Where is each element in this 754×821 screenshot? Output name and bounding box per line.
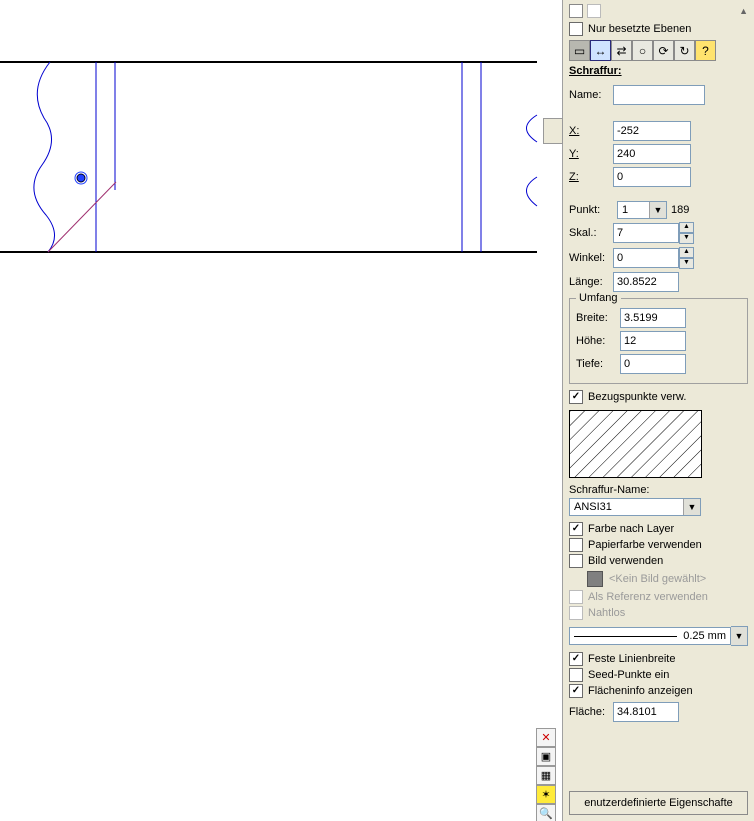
input-hoehe[interactable] bbox=[620, 331, 686, 351]
checkbox-occupied-layers[interactable] bbox=[569, 22, 583, 36]
canvas-vertical-toolbar: ✕ ▣ ▦ ✶ 🔍 bbox=[536, 728, 556, 821]
label-x: X: bbox=[569, 125, 613, 137]
label-flaeche: Fläche: bbox=[569, 706, 613, 718]
input-breite[interactable] bbox=[620, 308, 686, 328]
mini-icon bbox=[569, 4, 583, 18]
tooltype-help-icon[interactable]: ? bbox=[695, 40, 716, 61]
entity-type-toolbar: ▭ ↔ ⇄ ○ ⟳ ↻ ? bbox=[569, 40, 748, 61]
tool-delete-icon[interactable]: ▣ bbox=[536, 747, 556, 766]
dropdown-punkt[interactable]: 1 ▼ bbox=[617, 201, 667, 219]
label-breite: Breite: bbox=[576, 312, 620, 324]
label-papierfarbe: Papierfarbe verwenden bbox=[588, 539, 702, 551]
section-heading-schraffur: Schraffur: bbox=[569, 65, 748, 77]
panel-collapse-tab[interactable] bbox=[543, 118, 563, 144]
input-y[interactable] bbox=[613, 144, 691, 164]
input-name[interactable] bbox=[613, 85, 705, 105]
spin-up-icon[interactable]: ▲ bbox=[679, 247, 694, 258]
label-farbe-layer: Farbe nach Layer bbox=[588, 523, 674, 535]
tooltype-4-icon[interactable]: ○ bbox=[632, 40, 653, 61]
mini-icon-2 bbox=[587, 4, 601, 18]
checkbox-bezugspunkte[interactable] bbox=[569, 390, 583, 404]
label-punkt-count: 189 bbox=[671, 204, 689, 216]
input-skal[interactable] bbox=[613, 223, 679, 243]
checkbox-nahtlos bbox=[569, 606, 583, 620]
label-z: Z: bbox=[569, 171, 613, 183]
label-skal: Skal.: bbox=[569, 227, 613, 239]
checkbox-farbe-layer[interactable] bbox=[569, 522, 583, 536]
tool-close-icon[interactable]: ✕ bbox=[536, 728, 556, 747]
label-bezugspunkte: Bezugspunkte verw. bbox=[588, 391, 686, 403]
legend-umfang: Umfang bbox=[576, 292, 621, 304]
chevron-down-icon: ▼ bbox=[683, 499, 700, 515]
label-y: Y: bbox=[569, 148, 613, 160]
dropdown-schraffur-name[interactable]: ANSI31 ▼ bbox=[569, 498, 701, 516]
input-laenge[interactable] bbox=[613, 272, 679, 292]
dropdown-punkt-value: 1 bbox=[622, 204, 628, 216]
label-seed-punkte: Seed-Punkte ein bbox=[588, 669, 669, 681]
checkbox-papierfarbe[interactable] bbox=[569, 538, 583, 552]
input-winkel[interactable] bbox=[613, 248, 679, 268]
label-nahtlos: Nahtlos bbox=[588, 607, 625, 619]
lineweight-sample-icon bbox=[574, 636, 677, 637]
checkbox-seed-punkte[interactable] bbox=[569, 668, 583, 682]
input-x[interactable] bbox=[613, 121, 691, 141]
checkbox-bild-verwenden[interactable] bbox=[569, 554, 583, 568]
user-properties-label: enutzerdefinierte Eigenschafte bbox=[584, 797, 733, 809]
input-flaeche[interactable] bbox=[613, 702, 679, 722]
spin-down-icon[interactable]: ▼ bbox=[679, 233, 694, 244]
label-punkt: Punkt: bbox=[569, 204, 613, 216]
label-flaecheninfo: Flächeninfo anzeigen bbox=[588, 685, 693, 697]
checkbox-flaecheninfo[interactable] bbox=[569, 684, 583, 698]
tooltype-6-icon[interactable]: ↻ bbox=[674, 40, 695, 61]
input-tiefe[interactable] bbox=[620, 354, 686, 374]
tool-grid-icon[interactable]: ▦ bbox=[536, 766, 556, 785]
label-occupied-layers: Nur besetzte Ebenen bbox=[588, 23, 691, 35]
tooltype-5-icon[interactable]: ⟳ bbox=[653, 40, 674, 61]
label-schraffur-name: Schraffur-Name: bbox=[569, 484, 748, 496]
checkbox-feste-lb[interactable] bbox=[569, 652, 583, 666]
image-swatch bbox=[587, 571, 603, 587]
input-z[interactable] bbox=[613, 167, 691, 187]
label-name: Name: bbox=[569, 89, 613, 101]
tooltype-2-icon[interactable]: ↔ bbox=[590, 40, 611, 61]
label-winkel: Winkel: bbox=[569, 252, 613, 264]
spin-up-icon[interactable]: ▲ bbox=[739, 6, 748, 16]
tooltype-1-icon[interactable]: ▭ bbox=[569, 40, 590, 61]
spin-down-icon[interactable]: ▼ bbox=[679, 258, 694, 269]
tool-zoom-icon[interactable]: 🔍 bbox=[536, 804, 556, 821]
fieldset-umfang: Umfang Breite: Höhe: Tiefe: bbox=[569, 298, 748, 384]
drawing-canvas[interactable] bbox=[0, 0, 560, 821]
dropdown-lineweight[interactable]: ▼ bbox=[731, 626, 748, 646]
lineweight-display: 0.25 mm bbox=[569, 627, 731, 645]
label-tiefe: Tiefe: bbox=[576, 358, 620, 370]
hatch-preview bbox=[569, 410, 702, 478]
lineweight-value: 0.25 mm bbox=[683, 630, 726, 642]
label-hoehe: Höhe: bbox=[576, 335, 620, 347]
spin-up-icon[interactable]: ▲ bbox=[679, 222, 694, 233]
tooltype-3-icon[interactable]: ⇄ bbox=[611, 40, 632, 61]
label-als-referenz: Als Referenz verwenden bbox=[588, 591, 708, 603]
label-feste-lb: Feste Linienbreite bbox=[588, 653, 675, 665]
tool-highlight-icon[interactable]: ✶ bbox=[536, 785, 556, 804]
label-kein-bild: <Kein Bild gewählt> bbox=[609, 573, 706, 585]
properties-panel: ▲ Nur besetzte Ebenen ▭ ↔ ⇄ ○ ⟳ ↻ ? Schr… bbox=[562, 0, 754, 821]
dropdown-schraffur-value: ANSI31 bbox=[574, 501, 612, 513]
chevron-down-icon: ▼ bbox=[649, 202, 666, 218]
user-properties-button[interactable]: enutzerdefinierte Eigenschafte bbox=[569, 791, 748, 815]
checkbox-als-referenz bbox=[569, 590, 583, 604]
label-laenge: Länge: bbox=[569, 276, 613, 288]
label-bild-verwenden: Bild verwenden bbox=[588, 555, 663, 567]
